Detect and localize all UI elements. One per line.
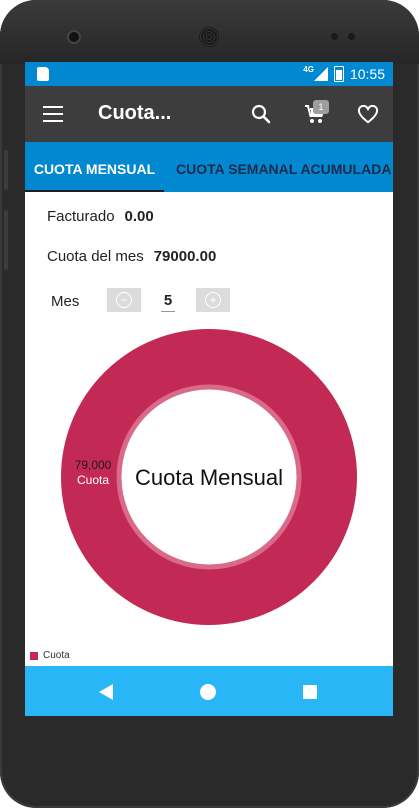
network-type: 4G (303, 64, 314, 74)
slice-name-label: Cuota (77, 473, 109, 487)
minus-icon: − (116, 292, 132, 308)
app-toolbar: Cuota... 1 (25, 86, 393, 142)
hamburger-menu-icon[interactable] (43, 106, 63, 122)
status-time: 10:55 (349, 66, 385, 82)
tab-bar: CUOTA MENSUAL CUOTA SEMANAL ACUMULADA (25, 142, 393, 192)
front-camera (69, 32, 79, 42)
tab-cuota-mensual[interactable]: CUOTA MENSUAL (25, 142, 164, 192)
sd-card-icon (37, 67, 49, 81)
toolbar-title: Cuota... (98, 102, 172, 124)
plus-icon: + (205, 292, 221, 308)
navigation-bar (25, 666, 393, 716)
cuota-mes-label: Cuota del mes (47, 248, 144, 265)
proximity-sensor (331, 33, 338, 40)
month-value[interactable]: 5 (161, 292, 175, 312)
donut-chart: Cuota Mensual 79,000Cuota (61, 329, 357, 625)
volume-down-button (4, 210, 8, 270)
legend-label: Cuota (43, 650, 70, 661)
facturado-label: Facturado (47, 208, 115, 225)
cuota-mes-row: Cuota del mes 79000.00 (47, 248, 216, 265)
mes-label: Mes (51, 293, 80, 310)
tab-cuota-semanal-acumulada[interactable]: CUOTA SEMANAL ACUMULADA (176, 142, 391, 192)
signal-icon (313, 67, 328, 81)
chart-legend: Cuota (30, 650, 70, 661)
status-bar: 4G 10:55 (25, 62, 393, 86)
earpiece-speaker (199, 27, 219, 47)
search-icon[interactable] (251, 104, 271, 124)
month-decrement-button[interactable]: − (107, 288, 141, 312)
heart-icon[interactable] (357, 104, 379, 124)
device-screen: 4G 10:55 Cuota... 1 CUOTA MENSUAL CUOTA … (25, 62, 393, 716)
volume-up-button (4, 150, 8, 190)
light-sensor (348, 33, 355, 40)
facturado-row: Facturado 0.00 (47, 208, 154, 225)
home-icon[interactable] (200, 684, 216, 700)
status-indicators: 4G 10:55 (303, 65, 385, 83)
cuota-mes-value: 79000.00 (153, 248, 217, 265)
facturado-value: 0.00 (124, 208, 154, 225)
recent-apps-icon[interactable] (303, 685, 317, 699)
cart-count-badge: 1 (313, 100, 329, 114)
legend-swatch (30, 651, 38, 660)
donut-center-text: Cuota Mensual (135, 465, 283, 490)
battery-icon (333, 66, 344, 82)
month-increment-button[interactable]: + (196, 288, 230, 312)
slice-value-label: 79,000 (75, 458, 112, 472)
main-content: Facturado 0.00 Cuota del mes 79000.00 Mes … (25, 192, 393, 666)
back-icon[interactable] (99, 684, 113, 700)
